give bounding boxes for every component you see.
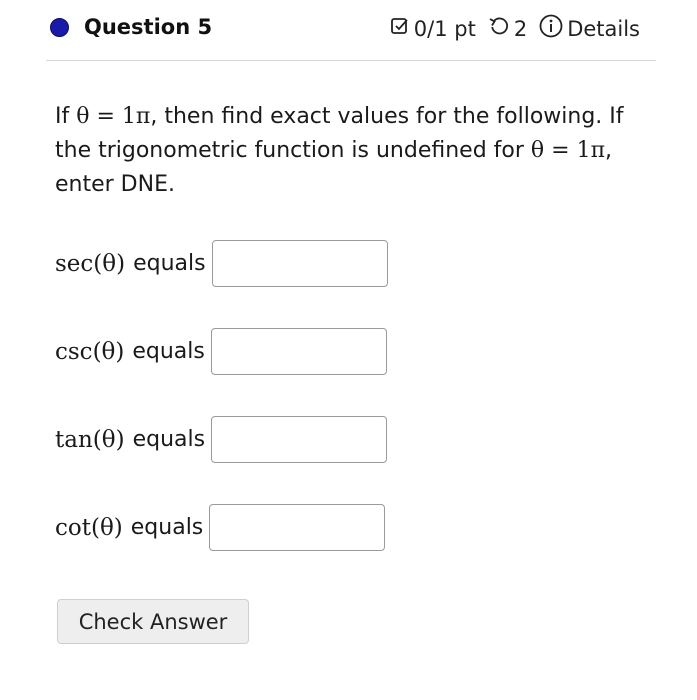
question-prompt: If θ = 1π, then find exact values for th… <box>55 100 655 202</box>
prompt-text: If <box>55 104 77 129</box>
attempts-count: 2 <box>513 16 528 41</box>
retry-icon <box>488 15 510 42</box>
question-page: Question 5 0/1 pt 2 Details If θ = 1π, t… <box>0 0 697 700</box>
answer-row-cot: cot(θ) equals <box>55 504 386 551</box>
function-label: cot(θ) <box>55 514 123 541</box>
function-label: sec(θ) <box>55 250 126 277</box>
checkbox-icon <box>390 16 410 41</box>
details-link[interactable]: Details <box>567 17 640 41</box>
theta-expression: θ = 1π <box>76 104 151 129</box>
tan-answer-input[interactable] <box>211 416 388 463</box>
cot-answer-input[interactable] <box>209 504 386 551</box>
question-meta: 0/1 pt 2 Details <box>390 14 640 43</box>
question-header: Question 5 0/1 pt 2 Details <box>46 10 656 61</box>
function-label: tan(θ) <box>55 426 125 453</box>
score-text: 0/1 pt <box>413 16 476 41</box>
answer-row-csc: csc(θ) equals <box>55 328 387 375</box>
sec-answer-input[interactable] <box>211 240 388 287</box>
check-answer-button[interactable]: Check Answer <box>57 599 249 644</box>
answer-row-tan: tan(θ) equals <box>55 416 388 463</box>
equals-label: equals <box>132 427 206 452</box>
theta-expression: θ = 1π <box>530 138 606 163</box>
question-status-dot <box>50 18 69 37</box>
equals-label: equals <box>130 515 204 540</box>
equals-label: equals <box>133 251 206 276</box>
function-label: csc(θ) <box>55 338 125 365</box>
csc-answer-input[interactable] <box>210 328 387 375</box>
answer-row-sec: sec(θ) equals <box>55 240 388 287</box>
question-title: Question 5 <box>84 15 213 39</box>
info-icon[interactable] <box>539 14 563 43</box>
equals-label: equals <box>132 339 205 364</box>
